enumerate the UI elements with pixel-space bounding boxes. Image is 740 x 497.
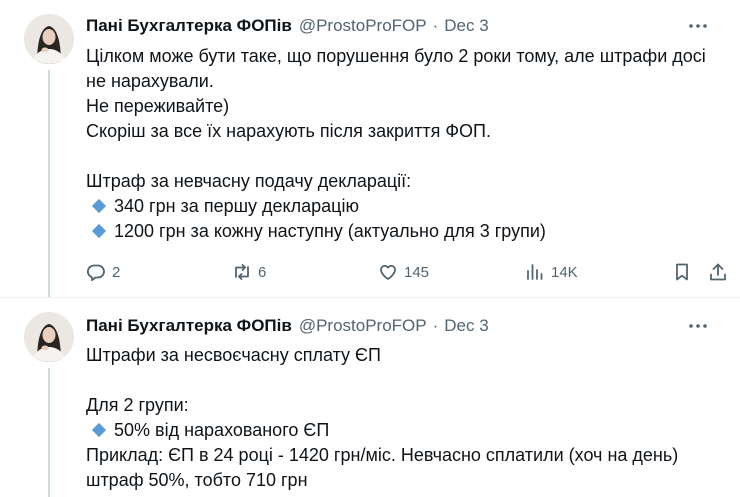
bookmark-icon	[676, 263, 688, 281]
reply-button[interactable]: 2	[86, 260, 120, 284]
tweet-date[interactable]: Dec 3	[444, 315, 488, 337]
views-count: 14K	[551, 263, 578, 281]
tweet-text: Штрафи за несвоєчасну сплату ЄП Для 2 гр…	[86, 343, 716, 493]
tweet-text-line: штраф 50%, тобто 710 грн	[86, 470, 308, 490]
tweet-text-line: Цілком може бути таке, що порушення було…	[86, 46, 706, 66]
share-button[interactable]	[708, 260, 728, 284]
repost-icon	[235, 264, 249, 280]
tweet-text-line: Не переживайте)	[86, 96, 230, 116]
small-blue-diamond-icon	[91, 423, 107, 438]
more-horizontal-icon[interactable]	[686, 315, 710, 337]
tweet-text-line: не нарахували.	[86, 71, 214, 91]
tweet-text-line	[86, 144, 716, 169]
bookmark-button[interactable]	[672, 260, 692, 284]
heart-icon	[380, 264, 396, 280]
bullet-text: 1200 грн за кожну наступну (актуально дл…	[114, 221, 546, 241]
author-name[interactable]: Пані Бухгалтерка ФОПів	[86, 15, 292, 37]
thread-line	[48, 70, 50, 297]
tweet-header: Пані Бухгалтерка ФОПів @ProstoProFOP · D…	[86, 15, 716, 37]
repost-count: 6	[258, 263, 267, 281]
avatar[interactable]	[24, 14, 74, 64]
tweet[interactable]: Пані Бухгалтерка ФОПів @ProstoProFOP · D…	[0, 297, 740, 497]
tweet-date[interactable]: Dec 3	[444, 15, 488, 37]
bullet-line: 1200 грн за кожну наступну (актуально дл…	[86, 219, 716, 244]
share-icon	[710, 263, 726, 281]
more-horizontal-icon[interactable]	[686, 15, 710, 37]
tweet-actions: 2 6 145 14K	[86, 260, 726, 284]
tweet-text-line	[86, 368, 716, 393]
small-blue-diamond-icon	[91, 224, 107, 239]
tweet-text-line: Штрафи за несвоєчасну сплату ЄП	[86, 345, 381, 365]
tweet-text-line: Приклад: ЄП в 24 році - 1420 грн/міс. Не…	[86, 445, 679, 465]
small-blue-diamond-icon	[91, 199, 107, 214]
views-chart-icon	[527, 264, 543, 280]
tweet[interactable]: Пані Бухгалтерка ФОПів @ProstoProFOP · D…	[0, 0, 740, 297]
tweet-text: Цілком може бути таке, що порушення було…	[86, 44, 716, 244]
tweet-text-line: Скоріш за все їх нарахують після закритт…	[86, 121, 491, 141]
author-handle[interactable]: @ProstoProFOP	[299, 315, 427, 337]
author-name[interactable]: Пані Бухгалтерка ФОПів	[86, 315, 292, 337]
avatar[interactable]	[24, 312, 74, 362]
bullet-line: 340 грн за першу декларацію	[86, 194, 716, 219]
reply-count: 2	[112, 263, 121, 281]
repost-button[interactable]: 6	[232, 260, 266, 284]
author-handle[interactable]: @ProstoProFOP	[299, 15, 427, 37]
thread-line	[48, 368, 50, 497]
reply-icon	[86, 264, 105, 282]
bullet-line: 50% від нарахованого ЄП	[86, 418, 716, 443]
tweet-text-line: Для 2 групи:	[86, 395, 189, 415]
like-button[interactable]: 145	[378, 260, 429, 284]
views-button[interactable]: 14K	[525, 260, 578, 284]
separator-dot: ·	[432, 16, 439, 35]
bullet-text: 340 грн за першу декларацію	[114, 196, 359, 216]
bullet-text: 50% від нарахованого ЄП	[114, 420, 330, 440]
tweet-text-line: Штраф за невчасну подачу декларації:	[86, 171, 412, 191]
separator-dot: ·	[432, 316, 439, 335]
like-count: 145	[404, 263, 430, 281]
tweet-header: Пані Бухгалтерка ФОПів @ProstoProFOP · D…	[86, 315, 716, 337]
